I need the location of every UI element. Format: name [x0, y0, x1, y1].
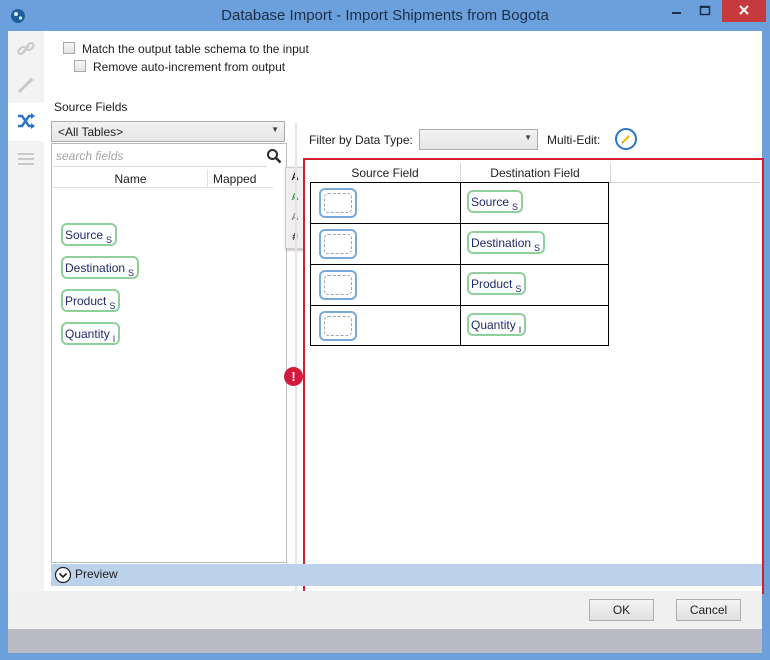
- table-select-value: <All Tables>: [58, 125, 124, 139]
- source-fields-title: Source Fields: [54, 100, 128, 114]
- field-mapping-area: Source Field Destination Field Source S D…: [303, 158, 764, 594]
- source-drop-slot[interactable]: [319, 188, 357, 218]
- side-nav: [8, 31, 44, 591]
- window-title: Database Import - Import Shipments from …: [221, 7, 549, 24]
- field-type: S: [128, 268, 135, 278]
- search-fields-input[interactable]: [53, 145, 267, 167]
- panel-splitter[interactable]: [295, 123, 297, 593]
- column-name-header[interactable]: Name: [53, 172, 208, 186]
- field-type: S: [106, 235, 113, 245]
- chevron-down-circle-icon[interactable]: [54, 566, 72, 584]
- destination-field-chip[interactable]: Product S: [467, 272, 527, 295]
- source-drop-slot[interactable]: [319, 229, 357, 259]
- destination-field-header: Destination Field: [490, 166, 580, 180]
- drop-slot-outline: [324, 234, 352, 254]
- cancel-button[interactable]: Cancel: [676, 599, 741, 621]
- shuffle-icon[interactable]: [16, 111, 36, 131]
- drop-slot-outline: [324, 193, 352, 213]
- field-type: S: [109, 301, 116, 311]
- mapping-row: Quantity I: [311, 306, 608, 347]
- error-icon[interactable]: !: [284, 367, 303, 386]
- remove-autoinc-label: Remove auto-increment from output: [93, 60, 286, 74]
- source-field-chip[interactable]: Destination S: [61, 256, 140, 279]
- drop-slot-outline: [324, 275, 352, 295]
- pencil-icon: [621, 135, 630, 144]
- source-drop-slot[interactable]: [319, 270, 357, 300]
- wand-icon[interactable]: [16, 75, 36, 95]
- source-fields-panel: Name Mapped SourceS DestinationS Product…: [51, 143, 287, 563]
- window: Database Import - Import Shipments from …: [0, 0, 770, 660]
- list-icon[interactable]: [16, 149, 36, 169]
- maximize-icon: [699, 5, 711, 16]
- match-schema-checkbox[interactable]: [63, 42, 75, 54]
- field-name: Destination: [65, 261, 126, 275]
- data-type-filter-select[interactable]: ▼: [419, 129, 538, 150]
- source-drop-slot[interactable]: [319, 311, 357, 341]
- window-bottom-strip: [8, 629, 762, 653]
- preview-label: Preview: [75, 567, 118, 581]
- chevron-down-icon: ▼: [524, 133, 532, 142]
- chevron-down-icon: ▼: [271, 125, 279, 134]
- column-divider: [207, 169, 208, 187]
- filter-label: Filter by Data Type:: [309, 133, 413, 147]
- destination-field-chip[interactable]: Quantity I: [467, 313, 527, 336]
- column-mapped-header[interactable]: Mapped: [213, 172, 256, 186]
- title-bar[interactable]: Database Import - Import Shipments from …: [0, 0, 770, 32]
- minimize-button[interactable]: [663, 0, 691, 22]
- drop-slot-outline: [324, 316, 352, 336]
- mapping-header: Source Field Destination Field: [310, 163, 760, 183]
- field-name: Source: [471, 195, 510, 209]
- field-name: Destination: [471, 236, 532, 250]
- minimize-icon: [672, 12, 681, 14]
- remove-autoinc-checkbox[interactable]: [74, 60, 86, 72]
- preview-expander[interactable]: Preview: [51, 564, 762, 586]
- source-field-chip[interactable]: Product S: [61, 289, 121, 312]
- match-schema-label: Match the output table schema to the inp…: [82, 42, 309, 56]
- mapping-row: Destination S: [311, 224, 608, 265]
- dialog-content: Match the output table schema to the inp…: [8, 31, 764, 629]
- source-field-header: Source Field: [351, 166, 419, 180]
- destination-field-chip[interactable]: Destination S: [467, 231, 546, 254]
- link-icon[interactable]: [16, 39, 36, 59]
- search-icon[interactable]: [266, 148, 282, 164]
- multi-edit-label: Multi-Edit:: [547, 133, 601, 147]
- dialog-button-bar: OK Cancel: [8, 591, 762, 629]
- field-type: S: [512, 202, 519, 212]
- source-field-chip[interactable]: Source S: [61, 223, 118, 246]
- field-name: Source: [65, 228, 104, 242]
- field-type: I: [518, 325, 522, 335]
- source-field-chip[interactable]: Quantity I: [61, 322, 121, 345]
- source-fields-header: Name Mapped: [53, 169, 273, 188]
- field-type: S: [534, 243, 541, 253]
- mapping-grid: Source S Destination S Product S Quantit…: [310, 182, 609, 346]
- field-name: Product: [471, 277, 513, 291]
- field-name: Product: [65, 294, 107, 308]
- multi-edit-button[interactable]: [615, 128, 637, 150]
- table-select[interactable]: <All Tables> ▼: [51, 121, 285, 142]
- close-button[interactable]: [722, 0, 766, 22]
- header-divider: [610, 163, 611, 183]
- close-icon: [739, 5, 749, 15]
- field-name: Quantity: [65, 327, 110, 341]
- destination-field-chip[interactable]: Source S: [467, 190, 524, 213]
- ok-button[interactable]: OK: [589, 599, 654, 621]
- field-type: I: [112, 334, 116, 344]
- mapping-row: Product S: [311, 265, 608, 306]
- field-name: Quantity: [471, 318, 516, 332]
- maximize-button[interactable]: [691, 0, 719, 22]
- mapping-row: Source S: [311, 183, 608, 224]
- field-type: S: [515, 284, 522, 294]
